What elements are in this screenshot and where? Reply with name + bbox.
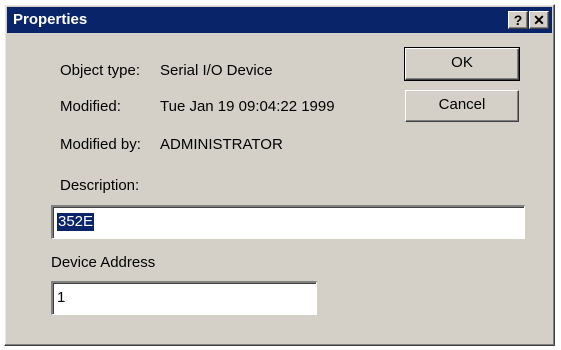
description-field[interactable]: 352E (51, 205, 525, 239)
object-type-label: Object type: (60, 62, 141, 79)
object-type-value: Serial I/O Device (160, 62, 273, 79)
modified-value: Tue Jan 19 09:04:22 1999 (160, 98, 335, 115)
close-button[interactable]: ✕ (529, 11, 549, 29)
properties-dialog: Properties ? ✕ Object type: Serial I/O D… (4, 4, 555, 346)
close-icon: ✕ (533, 12, 545, 28)
device-address-value: 1 (57, 289, 66, 306)
ok-button-label: OK (451, 54, 473, 71)
cancel-button[interactable]: Cancel (405, 90, 519, 122)
ok-button[interactable]: OK (404, 47, 520, 81)
window-title: Properties (13, 11, 88, 28)
cancel-button-label: Cancel (438, 96, 486, 113)
device-address-field[interactable]: 1 (51, 281, 317, 315)
device-address-label: Device Address (51, 254, 156, 271)
title-bar[interactable]: Properties ? ✕ (7, 7, 552, 33)
modified-label: Modified: (60, 98, 121, 115)
description-value: 352E (57, 213, 95, 231)
help-button[interactable]: ? (508, 11, 528, 29)
modified-by-label: Modified by: (60, 136, 141, 153)
help-icon: ? (513, 12, 523, 28)
description-label: Description: (60, 177, 140, 194)
modified-by-value: ADMINISTRATOR (160, 136, 283, 153)
